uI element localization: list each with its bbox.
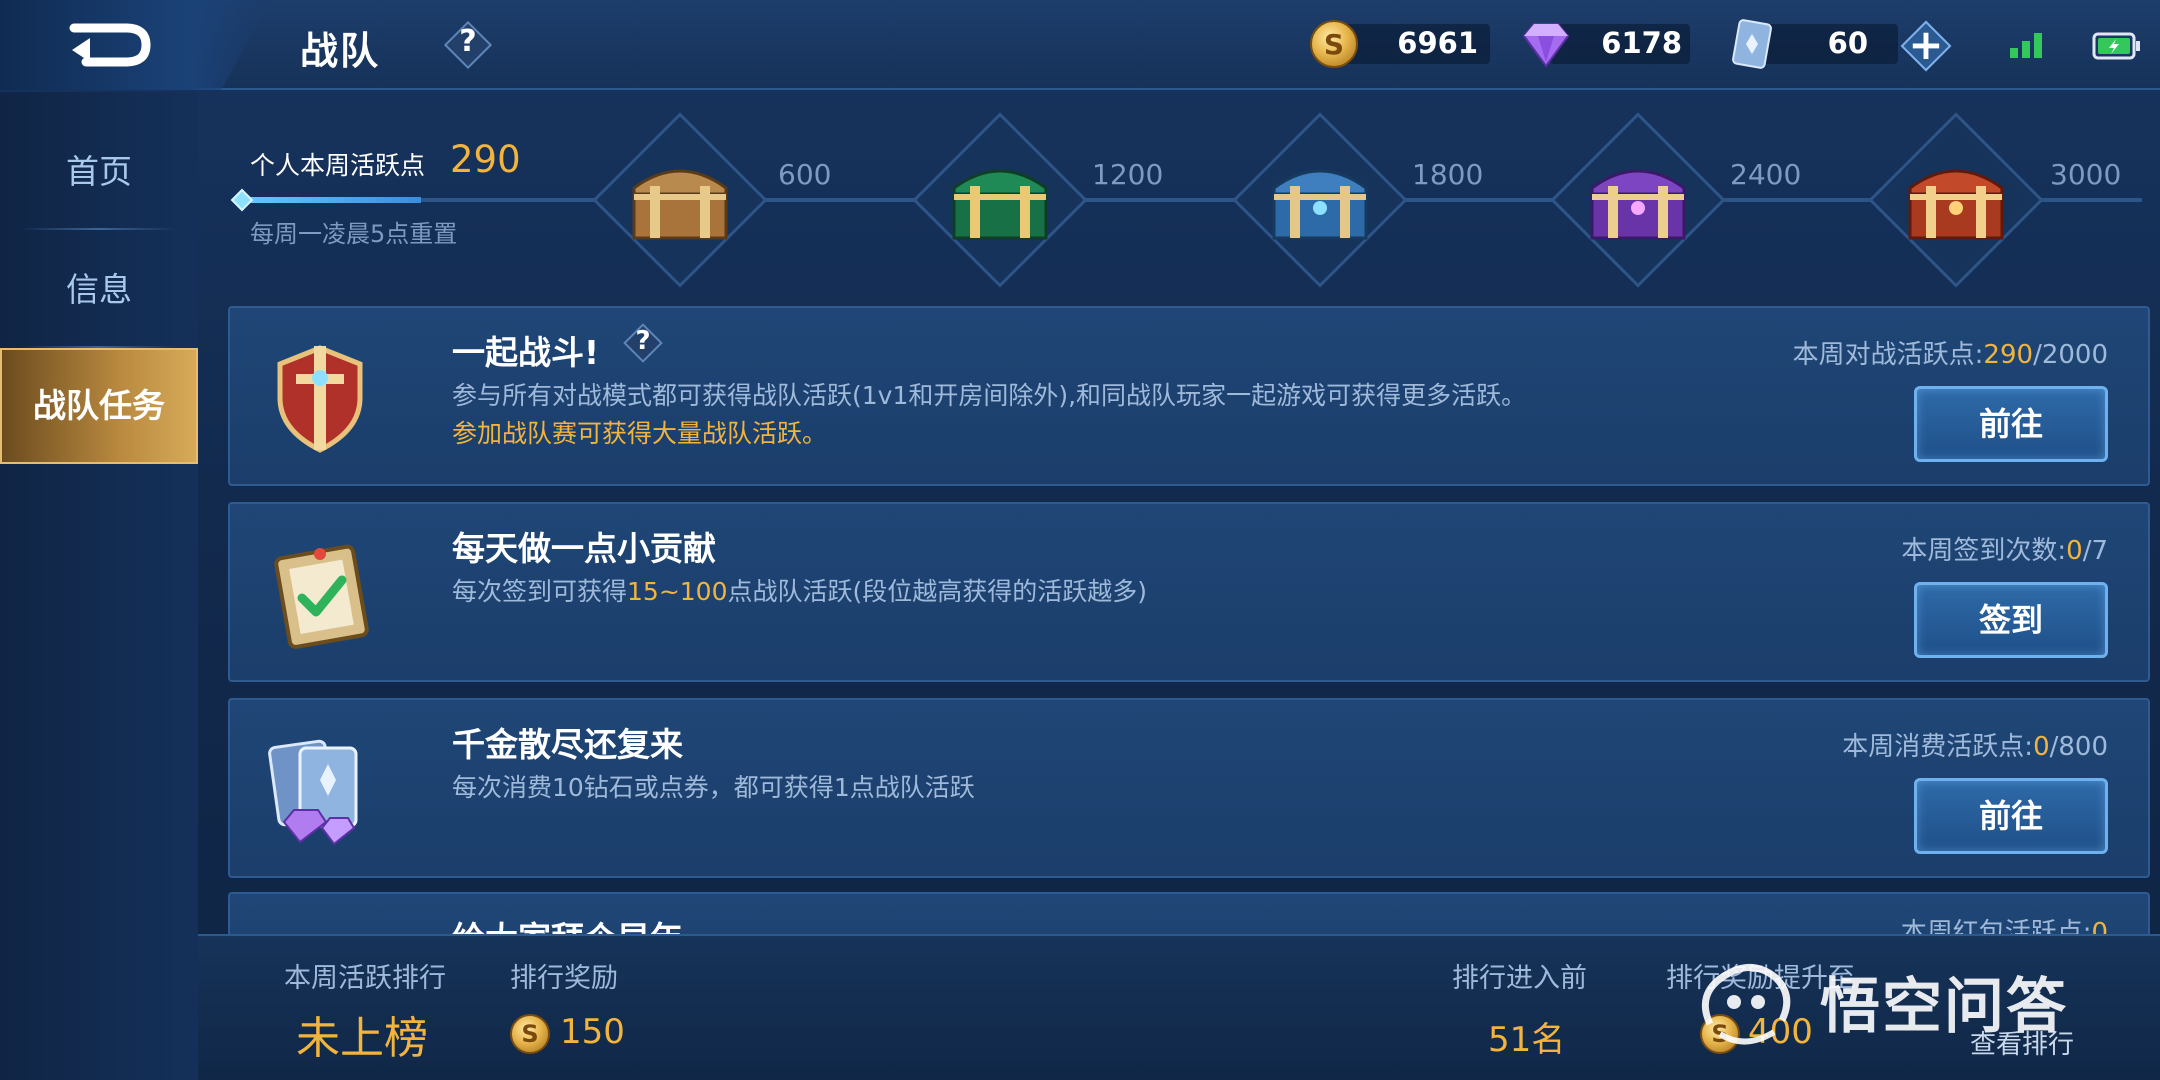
help-icon: ? [635, 326, 651, 356]
rank-reward-label: 排行奖励 [510, 963, 618, 994]
plus-icon: + [1908, 20, 1944, 69]
task-card-battle: 一起战斗! ? 参与所有对战模式都可获得战队活跃(1v1和开房间除外),和同战队… [228, 306, 2150, 486]
sidebar-item-label: 首页 [66, 152, 132, 191]
blue-chest-icon [1272, 169, 1368, 240]
green-chest-icon [952, 169, 1048, 240]
progress-start-marker [230, 188, 254, 212]
help-icon: ? [459, 24, 477, 59]
task-help-button[interactable]: ? [622, 322, 664, 364]
sidebar-item-team-tasks[interactable]: 战队任务 [0, 348, 198, 464]
milestone-chest-1[interactable] [590, 110, 770, 290]
task-title: 千金散尽还复来 [452, 725, 683, 764]
reset-note: 每周一凌晨5点重置 [250, 220, 458, 248]
gold-value: 6961 [1397, 26, 1478, 60]
weekly-rank-value: 未上榜 [296, 1013, 428, 1064]
task-progress: 本周对战活跃点:290/2000 [1792, 340, 2108, 370]
shield-sword-icon [277, 345, 363, 453]
checkin-book-icon [274, 544, 369, 649]
diamond-counter: 6178 [1520, 18, 1690, 70]
back-arrow-icon [69, 23, 151, 67]
add-currency-button[interactable]: + [1898, 18, 1954, 74]
progress-fill [242, 197, 421, 203]
checkin-button[interactable]: 签到 [1914, 582, 2108, 658]
task-progress: 本周签到次数:0/7 [1901, 536, 2108, 566]
rank-reward-value: 150 [560, 1012, 625, 1052]
task-description: 每次消费10钻石或点券，都可获得1点战队活跃 [452, 773, 975, 802]
watermark: 悟空问答 [1690, 946, 2130, 1056]
top-bar: 战队 ? S 6961 6178 60 + [0, 0, 2160, 90]
weekly-activity-value: 290 [450, 138, 521, 181]
goto-button[interactable]: 前往 [1914, 386, 2108, 462]
sidebar-item-label: 战队任务 [33, 386, 165, 425]
task-description: 参与所有对战模式都可获得战队活跃(1v1和开房间除外),和同战队玩家一起游戏可获… [452, 381, 1527, 410]
back-button[interactable] [0, 0, 270, 90]
milestone-points: 1800 [1412, 158, 1484, 191]
milestone-chest-5[interactable] [1866, 110, 2046, 290]
task-highlight-note: 参加战队赛可获得大量战队活跃。 [452, 419, 828, 448]
milestone-chest-3[interactable] [1230, 110, 1410, 290]
help-button[interactable]: ? [443, 20, 493, 70]
rank-enter-label: 排行进入前 [1452, 963, 1587, 994]
cards-gems-icon [268, 739, 358, 846]
milestone-points: 3000 [2050, 158, 2122, 191]
gold-coin-icon: S [510, 1014, 550, 1054]
sidebar-item-label: 信息 [66, 270, 132, 309]
voucher-value: 60 [1827, 26, 1868, 60]
milestone-points: 2400 [1730, 158, 1802, 191]
milestone-points: 1200 [1092, 158, 1164, 191]
watermark-text: 悟空问答 [1820, 972, 2068, 1042]
sidebar-item-info[interactable]: 信息 [0, 232, 198, 348]
weekly-rank-label: 本周活跃排行 [284, 963, 446, 994]
diamond-value: 6178 [1601, 26, 1682, 60]
task-title: 一起战斗! [452, 333, 600, 372]
weekly-activity-progress: 个人本周活跃点 290 每周一凌晨5点重置 600 1200 1800 2400… [230, 110, 2142, 300]
milestone-chest-2[interactable] [910, 110, 1090, 290]
watermark-logo [1701, 964, 1791, 1045]
page-title: 战队 [300, 29, 381, 73]
battery-icon [2092, 32, 2140, 60]
voucher-counter: 60 [1728, 18, 1898, 70]
task-progress: 本周消费活跃点:0/800 [1842, 732, 2108, 762]
milestone-points: 600 [778, 158, 832, 191]
sidebar-item-home[interactable]: 首页 [0, 114, 198, 230]
rank-enter-value: 51名 [1488, 1020, 1566, 1060]
red-chest-icon [1908, 169, 2004, 240]
gold-counter: S 6961 [1310, 18, 1490, 70]
progress-track [242, 198, 2142, 202]
task-card-spend: 千金散尽还复来 每次消费10钻石或点券，都可获得1点战队活跃 本周消费活跃点:0… [228, 698, 2150, 878]
bronze-chest-icon [632, 169, 728, 240]
milestone-chest-4[interactable] [1548, 110, 1728, 290]
task-card-checkin: 每天做一点小贡献 每次签到可获得15~100点战队活跃(段位越高获得的活跃越多)… [228, 502, 2150, 682]
task-title: 每天做一点小贡献 [452, 529, 716, 568]
task-description: 每次签到可获得15~100点战队活跃(段位越高获得的活跃越多) [452, 577, 1148, 606]
signal-icon [2010, 33, 2042, 58]
goto-button[interactable]: 前往 [1914, 778, 2108, 854]
weekly-activity-label: 个人本周活跃点 [250, 151, 426, 180]
purple-chest-icon [1590, 169, 1686, 240]
